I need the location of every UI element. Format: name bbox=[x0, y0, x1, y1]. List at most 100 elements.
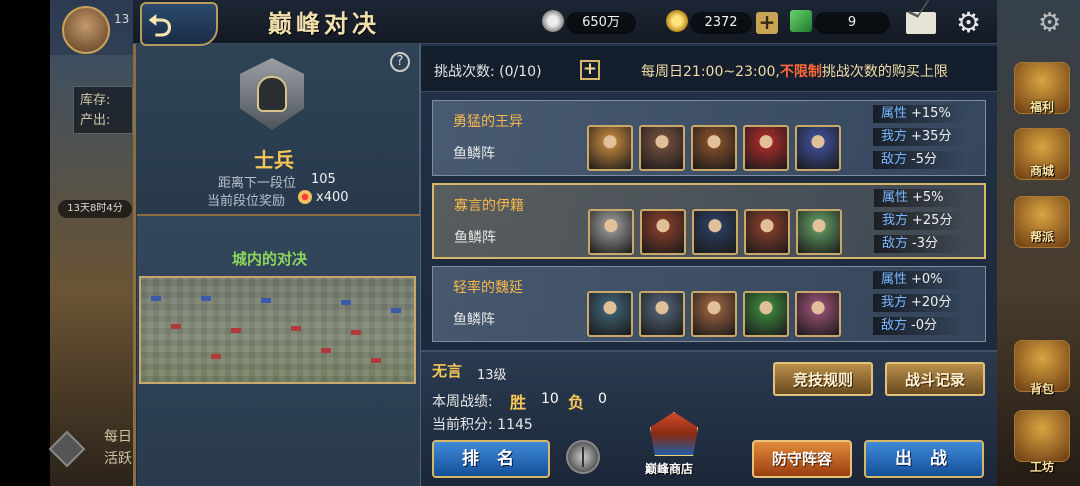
rank-reward-value: x400 bbox=[316, 190, 349, 205]
stat-theirs: 敌方 -3分 bbox=[874, 235, 966, 253]
hero-portrait bbox=[588, 209, 634, 255]
opponent-card[interactable]: 勇猛的王异鱼鳞阵 属性 +15% 我方 +35分 敌方 -5分 bbox=[432, 100, 986, 176]
hero-portrait bbox=[743, 125, 789, 171]
player-name: 无言 bbox=[432, 362, 463, 380]
opponent-formation: 鱼鳞阵 bbox=[453, 312, 495, 328]
player-level: 13级 bbox=[477, 368, 507, 383]
map-title: 城内的对决 bbox=[232, 250, 308, 268]
hero-portrait bbox=[795, 291, 841, 337]
win-count: 10 bbox=[541, 391, 559, 407]
stat-attr: 属性 +0% bbox=[873, 271, 965, 289]
back-arrow-icon: ⮌ bbox=[148, 9, 173, 44]
stat-ours: 我方 +25分 bbox=[874, 212, 966, 230]
ticket-icon bbox=[790, 10, 812, 32]
hero-portrait bbox=[587, 291, 633, 337]
map-unit bbox=[261, 298, 271, 303]
hero-portrait bbox=[640, 209, 686, 255]
mail-icon[interactable] bbox=[906, 12, 936, 34]
bag-label: 背包 bbox=[1029, 382, 1054, 396]
hero-portrait bbox=[743, 291, 789, 337]
help-icon[interactable]: ? bbox=[390, 52, 410, 72]
mall-label: 商城 bbox=[1029, 164, 1054, 178]
weekly-record-label: 本周战绩: bbox=[432, 394, 493, 410]
battle-records-button[interactable]: 战斗记录 bbox=[885, 362, 985, 396]
gold-amount: 2372 bbox=[690, 12, 752, 34]
map-unit bbox=[291, 326, 301, 331]
stat-theirs: 敌方 -0分 bbox=[873, 317, 965, 335]
opponent-formation: 鱼鳞阵 bbox=[454, 230, 496, 246]
opponent-name: 寡言的伊籍 bbox=[454, 198, 524, 214]
rank-name: 士兵 bbox=[254, 148, 294, 172]
hero-portrait bbox=[691, 125, 737, 171]
avatar-level: 13 bbox=[114, 12, 130, 26]
next-rank-distance-label: 距离下一段位 bbox=[218, 176, 297, 191]
map-unit bbox=[371, 358, 381, 363]
workshop-label: 工坊 bbox=[1029, 460, 1054, 474]
map-unit bbox=[351, 330, 361, 335]
left-letterbox bbox=[0, 0, 50, 486]
map-unit bbox=[151, 296, 161, 301]
storage-label: 库存: bbox=[80, 93, 111, 108]
stat-ours: 我方 +35分 bbox=[873, 128, 965, 146]
challenge-count: 挑战次数: (0/10) bbox=[434, 64, 542, 80]
opponent-formation: 鱼鳞阵 bbox=[453, 146, 495, 162]
loss-count: 0 bbox=[598, 391, 607, 407]
opponent-card-selected[interactable]: 寡言的伊籍鱼鳞阵 属性 +5% 我方 +25分 敌方 -3分 bbox=[432, 183, 986, 259]
map-unit bbox=[231, 328, 241, 333]
gold-coin-icon bbox=[666, 10, 688, 32]
map-unit bbox=[321, 348, 331, 353]
opponent-name: 轻率的魏延 bbox=[453, 280, 523, 296]
settings-gear-icon[interactable]: ⚙ bbox=[956, 6, 981, 39]
stat-ours: 我方 +20分 bbox=[873, 294, 965, 312]
add-gold-button[interactable]: + bbox=[756, 12, 778, 34]
event-banner[interactable] bbox=[70, 165, 126, 195]
peak-shop-label[interactable]: 巅峰商店 bbox=[645, 460, 693, 477]
fight-button[interactable]: 出 战 bbox=[864, 440, 984, 478]
win-label: 胜 bbox=[510, 393, 527, 412]
hero-portrait bbox=[795, 125, 841, 171]
map-unit bbox=[211, 354, 221, 359]
next-rank-distance-value: 105 bbox=[311, 172, 336, 187]
map-unit bbox=[391, 308, 401, 313]
hero-portrait bbox=[639, 125, 685, 171]
page-title: 巅峰对决 bbox=[268, 9, 380, 38]
underlay-gear-icon: ⚙ bbox=[1038, 8, 1062, 38]
rules-button[interactable]: 竞技规则 bbox=[773, 362, 873, 396]
helmet-icon bbox=[257, 76, 287, 112]
event-timer: 13天8时4分 bbox=[58, 200, 132, 218]
ticket-amount: 9 bbox=[814, 12, 890, 34]
guild-label: 帮派 bbox=[1029, 230, 1054, 244]
output-label: 产出: bbox=[80, 113, 111, 128]
loss-label: 负 bbox=[568, 393, 585, 412]
stat-attr: 属性 +5% bbox=[874, 189, 966, 207]
hero-portrait bbox=[692, 209, 738, 255]
map-unit bbox=[201, 296, 211, 301]
welfare-label: 福利 bbox=[1029, 100, 1054, 114]
opponent-name: 勇猛的王异 bbox=[453, 114, 523, 130]
ranking-button[interactable]: 排 名 bbox=[432, 440, 550, 478]
hero-portrait bbox=[691, 291, 737, 337]
hero-portrait bbox=[587, 125, 633, 171]
workshop-icon[interactable] bbox=[1014, 410, 1070, 462]
map-unit bbox=[171, 324, 181, 329]
battle-map-image bbox=[139, 276, 416, 384]
silver-coin-icon bbox=[542, 10, 564, 32]
buy-challenge-button[interactable]: + bbox=[580, 60, 600, 80]
opponent-card[interactable]: 轻率的魏延鱼鳞阵 属性 +0% 我方 +20分 敌方 -0分 bbox=[432, 266, 986, 342]
storage-box: 库存: 产出: bbox=[73, 86, 133, 134]
defense-lineup-button[interactable]: 防守阵容 bbox=[752, 440, 852, 478]
stat-attr: 属性 +15% bbox=[873, 105, 965, 123]
challenge-note: 每周日21:00~23:00,不限制挑战次数的购买上限 bbox=[641, 64, 948, 80]
rank-reward-label: 当前段位奖励 bbox=[207, 194, 286, 209]
map-unit bbox=[341, 300, 351, 305]
hero-portrait bbox=[796, 209, 842, 255]
daily-active-label[interactable]: 每日 活跃 bbox=[104, 426, 132, 470]
silver-amount: 650万 bbox=[566, 12, 636, 34]
reward-token-icon bbox=[298, 190, 312, 204]
player-avatar[interactable] bbox=[62, 6, 110, 54]
hero-portrait bbox=[744, 209, 790, 255]
stat-theirs: 敌方 -5分 bbox=[873, 151, 965, 169]
current-score: 当前积分: 1145 bbox=[432, 417, 533, 433]
hero-portrait bbox=[639, 291, 685, 337]
voice-button[interactable] bbox=[566, 440, 600, 474]
